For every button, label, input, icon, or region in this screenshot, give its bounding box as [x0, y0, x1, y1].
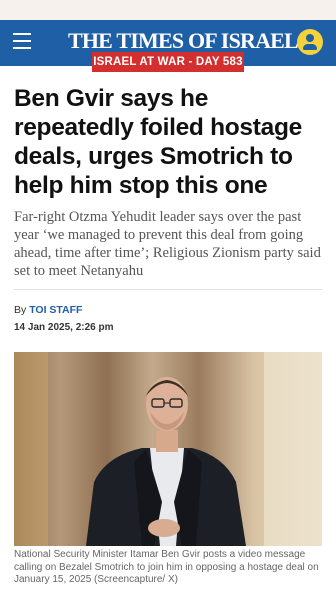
byline: By TOI STAFF: [14, 304, 82, 316]
hamburger-menu-icon[interactable]: [13, 33, 31, 49]
site-logo[interactable]: THE TIMES OF ISRAEL: [68, 27, 299, 55]
user-account-icon[interactable]: [297, 29, 323, 55]
publish-date: 14 Jan 2025, 2:26 pm: [14, 322, 114, 333]
divider: [14, 289, 322, 290]
article-photo[interactable]: [14, 352, 322, 546]
photo-caption: National Security Minister Itamar Ben Gv…: [14, 549, 319, 585]
article-headline: Ben Gvir says he repeatedly foiled hosta…: [14, 85, 302, 199]
photo-illustration: [14, 352, 322, 546]
war-day-badge[interactable]: ISRAEL AT WAR - DAY 583: [92, 52, 244, 72]
byline-prefix: By: [14, 304, 27, 316]
author-link[interactable]: TOI STAFF: [29, 304, 82, 316]
status-strip: [0, 0, 336, 20]
article-subhead: Far-right Otzma Yehudit leader says over…: [14, 209, 321, 279]
